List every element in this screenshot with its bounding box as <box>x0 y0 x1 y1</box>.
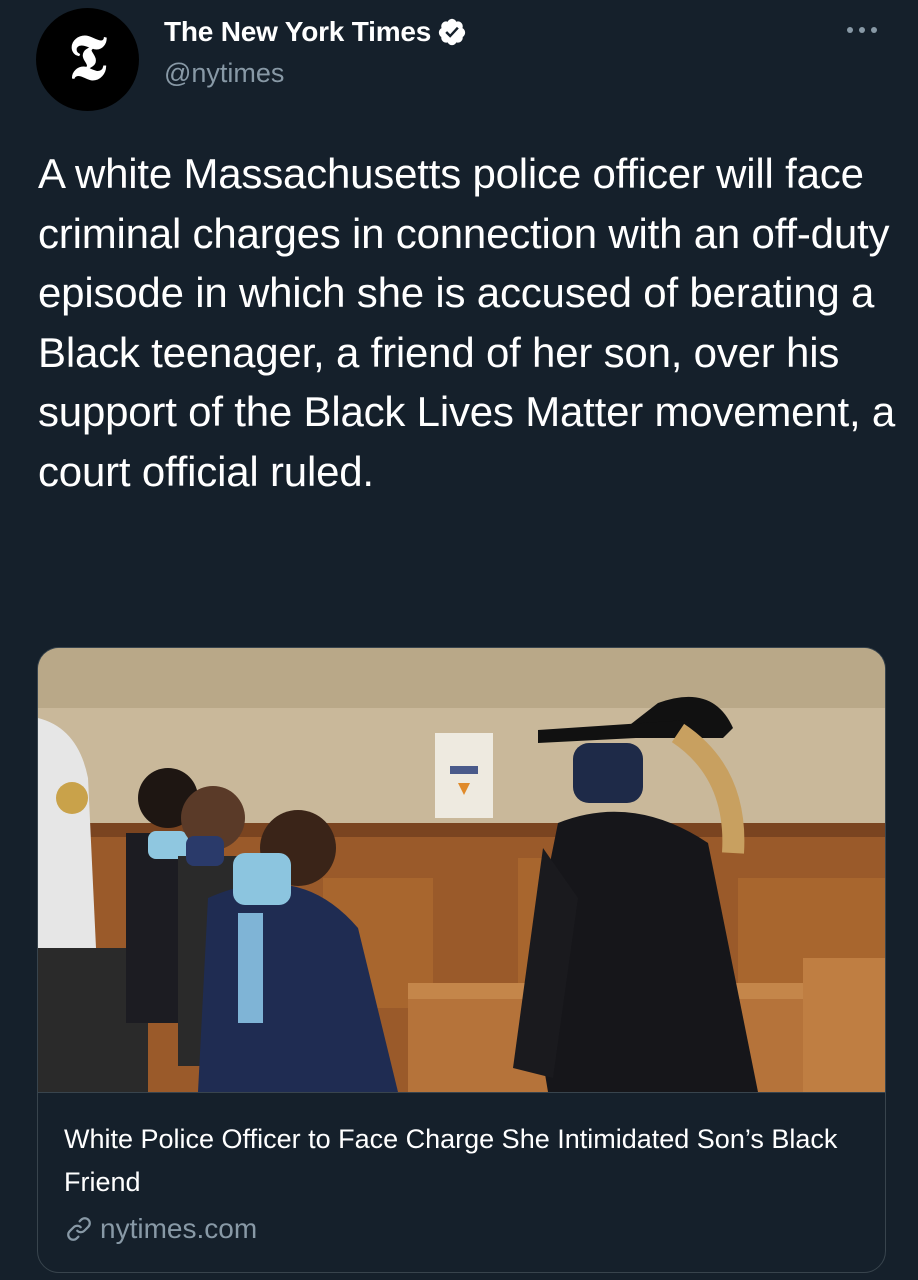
card-title[interactable]: White Police Officer to Face Charge She … <box>64 1118 864 1204</box>
author-handle[interactable]: @nytimes <box>164 58 284 89</box>
avatar-logo: 𝕿 <box>68 20 107 94</box>
card-image <box>38 648 885 1092</box>
more-options-icon[interactable] <box>842 20 882 40</box>
card-domain-row[interactable]: nytimes.com <box>64 1213 257 1245</box>
link-icon <box>67 1217 91 1241</box>
link-card[interactable]: White Police Officer to Face Charge She … <box>37 647 886 1273</box>
author-name-row: The New York Times <box>164 16 467 48</box>
tweet-text: A white Massachusetts police officer wil… <box>38 150 896 495</box>
author-name[interactable]: The New York Times <box>164 16 431 48</box>
verified-badge-icon <box>439 18 466 46</box>
card-domain: nytimes.com <box>100 1213 258 1244</box>
card-divider <box>38 1092 885 1093</box>
avatar[interactable]: 𝕿 <box>36 8 139 111</box>
